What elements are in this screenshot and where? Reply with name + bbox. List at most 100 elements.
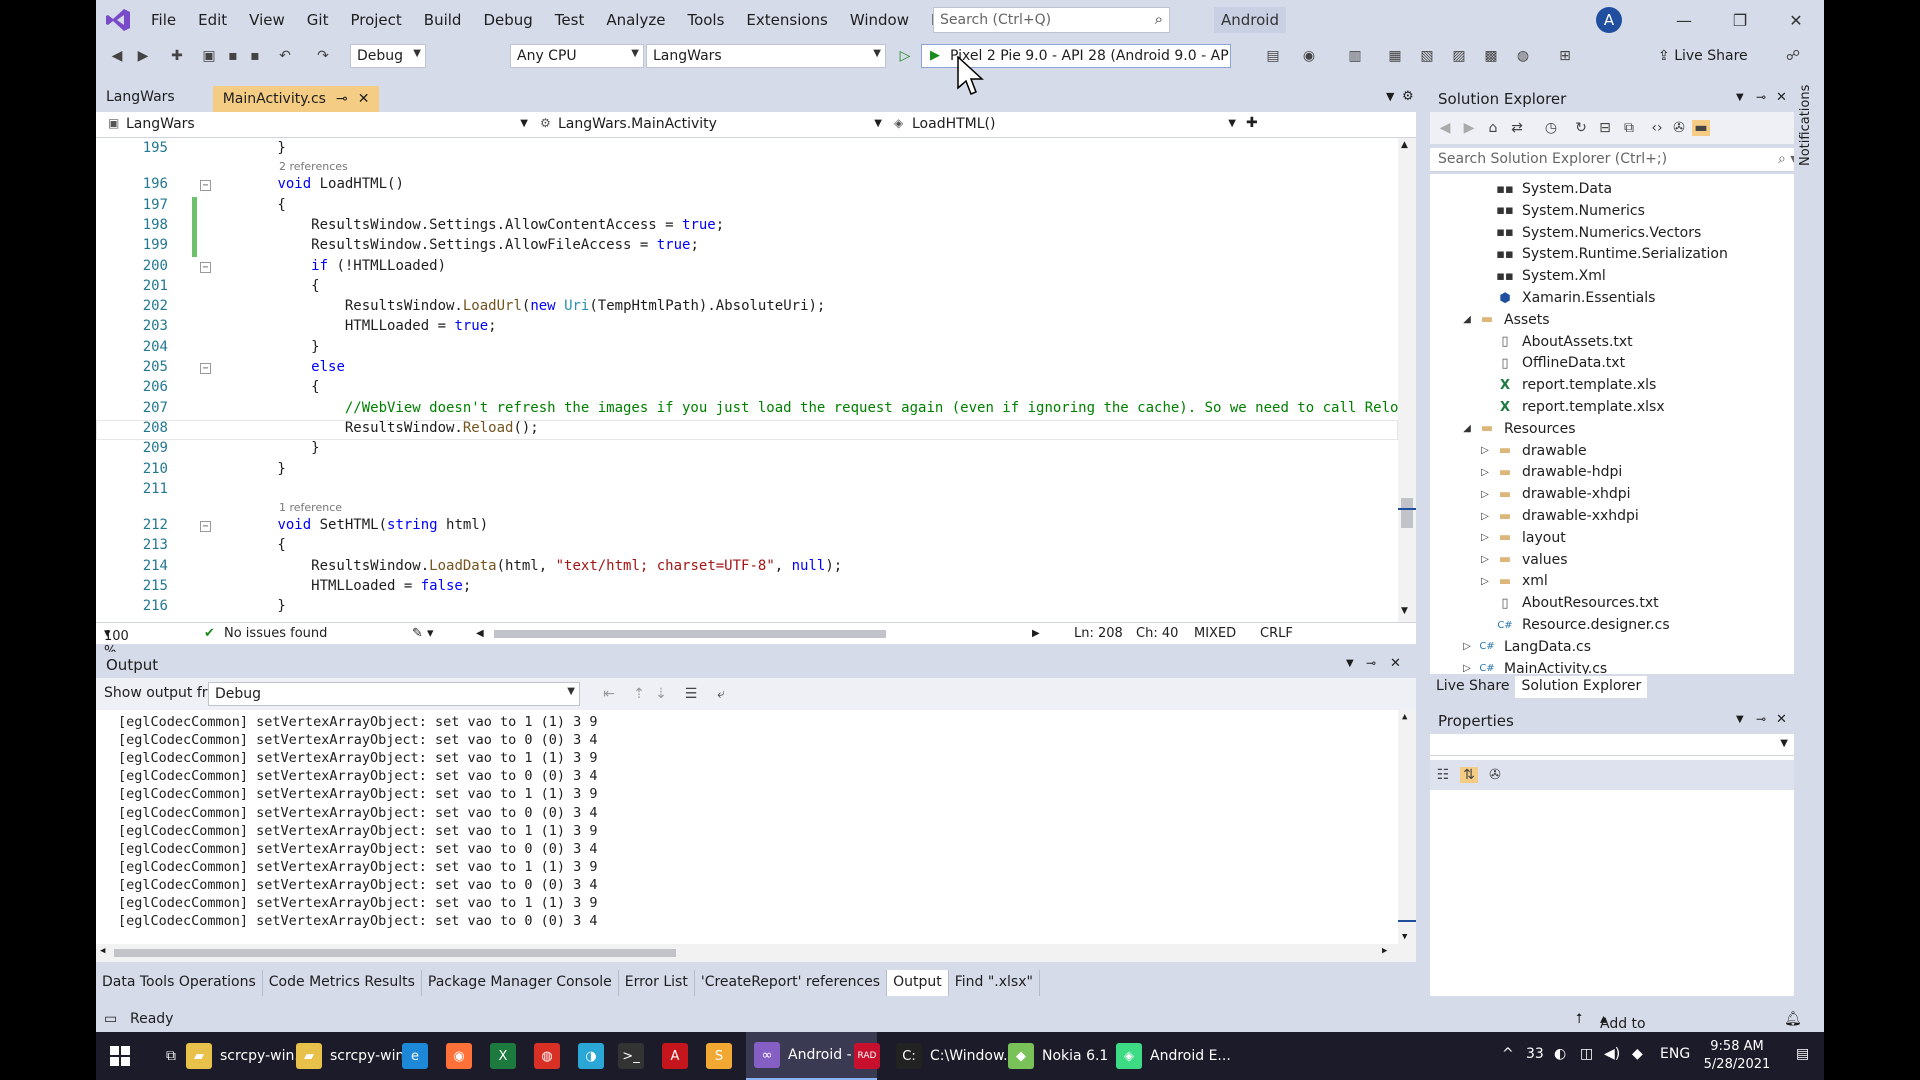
tree-item[interactable]: ▯ OfflineData.txt (1476, 352, 1625, 374)
taskbar-app[interactable]: ◍ (534, 1032, 560, 1080)
code-area[interactable]: 195 } 2 references 196 void LoadHTML() −197… (96, 138, 1398, 622)
scroll-left-icon[interactable]: ◀ (476, 628, 484, 639)
globe-icon[interactable]: ◍ (1514, 48, 1532, 64)
taskbar-app[interactable]: ◈ Android E... (1116, 1032, 1231, 1080)
restore-icon[interactable]: ❐ (1712, 0, 1768, 40)
code-text[interactable]: ResultsWindow.Reload(); (210, 420, 539, 436)
tool-tab[interactable]: Data Tools Operations (96, 970, 263, 996)
member-nav-dropdown[interactable]: ◈ LoadHTML() ▼ (888, 114, 1240, 136)
tool-tab[interactable]: Find ".xlsx" (949, 970, 1040, 996)
tool-tab[interactable]: Code Metrics Results (263, 970, 422, 996)
back-icon[interactable]: ◀ (1436, 120, 1454, 136)
notifications-rail[interactable]: Notifications (1794, 85, 1824, 996)
collapse-icon[interactable]: − (200, 521, 211, 533)
tab-langwars[interactable]: LangWars (96, 86, 185, 112)
tool-tab[interactable]: 'CreateReport' references (695, 970, 888, 996)
code-text[interactable]: } (210, 339, 319, 355)
pin-icon[interactable]: ⊸ (1366, 656, 1376, 670)
code-lens-row[interactable]: 1 reference (96, 501, 1398, 517)
code-line[interactable]: 208 ResultsWindow.Reload(); (96, 419, 1398, 440)
open-folder-icon[interactable]: ▣ (200, 48, 218, 64)
tray-app-icon[interactable]: ◐ (1554, 1046, 1566, 1062)
collapsed-icon[interactable]: ▷ (1458, 641, 1476, 652)
next-message-icon[interactable]: ⇣ (652, 686, 670, 702)
code-text[interactable]: { (210, 379, 319, 395)
gear-icon[interactable]: ⚙ (1402, 89, 1414, 104)
collapsed-icon[interactable]: ▷ (1476, 489, 1494, 500)
code-line[interactable]: 196 void LoadHTML() − (96, 176, 1398, 196)
tree-item[interactable]: ▷ C# LangData.cs (1458, 636, 1591, 658)
forward-icon[interactable]: ▶ (1460, 120, 1478, 136)
code-lens-references[interactable]: 1 reference (279, 501, 342, 514)
tree-item[interactable]: ▯ AboutResources.txt (1476, 592, 1658, 614)
tree-item[interactable]: ▪▪ System.Numerics (1476, 200, 1645, 222)
pending-changes-icon[interactable]: ◷ (1542, 120, 1560, 136)
code-text[interactable]: HTMLLoaded = true; (210, 318, 497, 334)
scroll-up-icon[interactable]: ▲ (1402, 712, 1407, 722)
collapse-icon[interactable]: − (200, 363, 211, 374)
input-language[interactable]: ENG (1660, 1046, 1690, 1062)
back-icon[interactable]: ◀ (108, 48, 126, 64)
show-all-files-icon[interactable]: ⧉ (1620, 120, 1638, 136)
scroll-right-icon[interactable]: ▶ (1032, 628, 1040, 639)
forward-icon[interactable]: ▶ (134, 48, 152, 64)
code-line[interactable]: 202 ResultsWindow.LoadUrl(new Uri(TempHt… (96, 298, 1398, 318)
tree-item[interactable]: ▪▪ System.Data (1476, 178, 1612, 200)
code-text[interactable]: //WebView doesn't refresh the images if … (210, 400, 1399, 416)
code-text[interactable]: ResultsWindow.LoadUrl(new Uri(TempHtmlPa… (210, 298, 826, 314)
taskbar-app[interactable]: ◉ (446, 1032, 472, 1080)
scroll-left-icon[interactable]: ◀ (100, 946, 105, 956)
code-text[interactable]: ResultsWindow.Settings.AllowContentAcces… (210, 217, 724, 233)
device-manager-icon[interactable]: ▤ (1264, 48, 1282, 64)
previous-message-icon[interactable]: ⇡ (630, 686, 648, 702)
menu-item-debug[interactable]: Debug (472, 11, 543, 29)
word-wrap-icon[interactable]: ⤶ (712, 686, 730, 702)
collapsed-icon[interactable]: ▷ (1476, 576, 1494, 587)
start-button[interactable] (110, 1032, 130, 1080)
alphabetical-icon[interactable]: ⇅ (1460, 767, 1478, 783)
code-lens-references[interactable]: 2 references (279, 160, 348, 173)
code-text[interactable]: } (210, 598, 285, 614)
search-box[interactable]: Search (Ctrl+Q) ⌕ (933, 7, 1170, 33)
screenshot-icon[interactable]: ◉ (1300, 48, 1318, 64)
view-code-icon[interactable]: ‹› (1648, 120, 1666, 136)
scroll-down-icon[interactable]: ▼ (1402, 932, 1407, 942)
close-icon[interactable]: ✕ (1768, 0, 1824, 40)
tool-tab[interactable]: Output (887, 970, 949, 996)
taskbar-app[interactable]: e (402, 1032, 428, 1080)
start-without-debugging-icon[interactable]: ▷ (896, 48, 914, 64)
pin-icon[interactable]: ⊸ (1756, 90, 1766, 104)
tree-item[interactable]: ⬢ Xamarin.Essentials (1476, 287, 1655, 309)
taskbar-app[interactable]: A (662, 1032, 688, 1080)
minimize-icon[interactable]: — (1656, 0, 1712, 40)
tree-item[interactable]: ▪▪ System.Runtime.Serialization (1476, 243, 1728, 265)
chevron-down-icon[interactable]: ▼ (1736, 714, 1744, 725)
code-text[interactable]: void LoadHTML() (210, 176, 403, 192)
menu-item-analyze[interactable]: Analyze (595, 11, 676, 29)
tab-mainactivity[interactable]: MainActivity.cs ⊸ ✕ (212, 86, 380, 112)
collapsed-icon[interactable]: ▷ (1476, 554, 1494, 565)
hot-reload-icon[interactable]: ▥ (1346, 48, 1364, 64)
show-hidden-icons-icon[interactable]: ^ (1502, 1046, 1514, 1062)
bell-icon[interactable]: 🔔︎ (1784, 1011, 1802, 1027)
type-nav-dropdown[interactable]: ⚙ LangWars.MainActivity ▼ (534, 114, 886, 136)
taskbar-app[interactable]: ▰ scrcpy-win... (296, 1032, 418, 1080)
chevron-down-icon[interactable]: ▼ (1346, 658, 1354, 669)
code-line[interactable]: 209 } (96, 440, 1398, 460)
find-message-icon[interactable]: ⇤ (600, 686, 618, 702)
tree-item[interactable]: ▪▪ System.Xml (1476, 265, 1606, 287)
tree-item[interactable]: ◢ ▬ Assets (1458, 309, 1549, 331)
scroll-thumb[interactable] (1401, 498, 1413, 528)
collapse-icon[interactable]: − (200, 180, 211, 192)
terminal-icon[interactable]: ▨ (1450, 48, 1468, 64)
task-view-button[interactable]: ⧉ (166, 1032, 176, 1080)
taskbar-app[interactable]: RAD (854, 1032, 880, 1080)
collapse-all-icon[interactable]: ⊟ (1596, 120, 1614, 136)
explorer-tab[interactable]: Live Share (1430, 676, 1515, 698)
code-line[interactable]: 215 HTMLLoaded = false; (96, 578, 1398, 598)
menu-item-build[interactable]: Build (413, 11, 473, 29)
chevron-down-icon[interactable]: ▼ (1736, 92, 1744, 103)
code-text[interactable]: else (210, 359, 345, 375)
menu-item-git[interactable]: Git (296, 11, 340, 29)
code-text[interactable]: { (210, 537, 285, 553)
